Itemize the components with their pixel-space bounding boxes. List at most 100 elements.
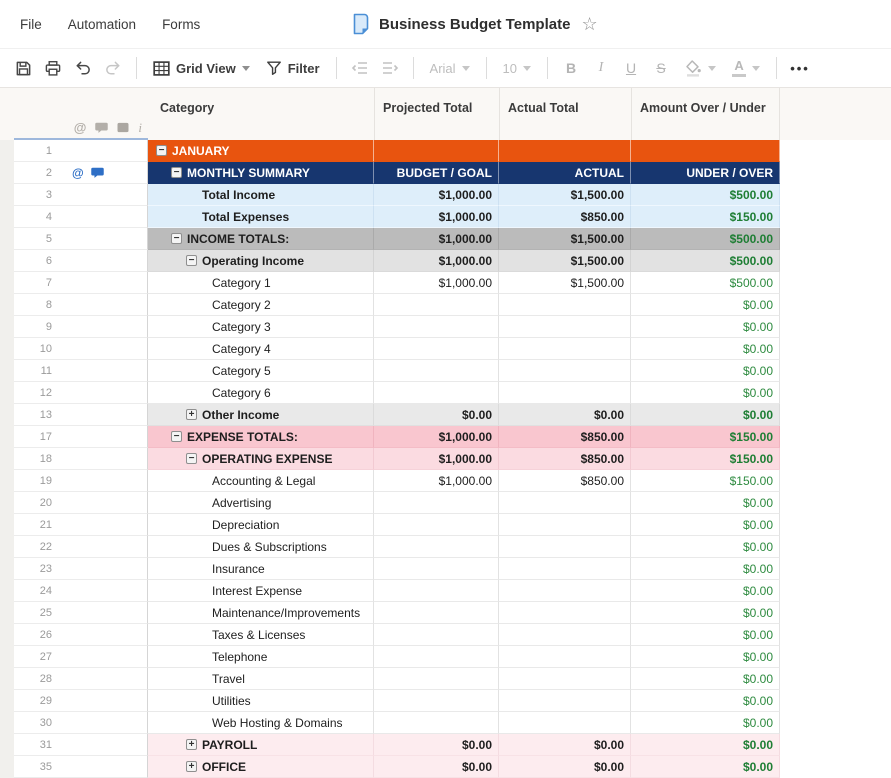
actual-total-cell[interactable]: [499, 294, 631, 316]
row-number[interactable]: 25: [14, 602, 64, 624]
actual-total-cell[interactable]: $850.00: [499, 470, 631, 492]
row-number[interactable]: 6: [14, 250, 64, 272]
actual-total-cell[interactable]: $850.00: [499, 448, 631, 470]
row-number[interactable]: 35: [14, 756, 64, 778]
actual-total-cell[interactable]: [499, 140, 631, 162]
amount-over-under-cell[interactable]: $0.00: [631, 294, 780, 316]
amount-over-under-cell[interactable]: UNDER / OVER: [631, 162, 780, 184]
projected-total-cell[interactable]: [374, 360, 499, 382]
category-cell[interactable]: −OPERATING EXPENSE: [148, 448, 374, 470]
row-number[interactable]: 17: [14, 426, 64, 448]
row-number[interactable]: 27: [14, 646, 64, 668]
actual-total-cell[interactable]: $0.00: [499, 756, 631, 778]
collapse-toggle-icon[interactable]: −: [171, 233, 182, 244]
row-number[interactable]: 10: [14, 338, 64, 360]
actual-total-cell[interactable]: [499, 492, 631, 514]
row-number[interactable]: 4: [14, 206, 64, 228]
outdent-button[interactable]: [345, 53, 375, 83]
row-number[interactable]: 24: [14, 580, 64, 602]
projected-total-cell[interactable]: [374, 514, 499, 536]
amount-over-under-cell[interactable]: $0.00: [631, 492, 780, 514]
amount-over-under-cell[interactable]: $0.00: [631, 536, 780, 558]
amount-over-under-cell[interactable]: $0.00: [631, 316, 780, 338]
projected-total-cell[interactable]: [374, 580, 499, 602]
font-size-select[interactable]: 10: [495, 61, 539, 76]
amount-over-under-cell[interactable]: $150.00: [631, 426, 780, 448]
category-cell[interactable]: Maintenance/Improvements: [148, 602, 374, 624]
actual-total-cell[interactable]: [499, 646, 631, 668]
row-number[interactable]: 26: [14, 624, 64, 646]
menu-forms[interactable]: Forms: [162, 17, 200, 32]
amount-over-under-cell[interactable]: $0.00: [631, 668, 780, 690]
category-cell[interactable]: Category 1: [148, 272, 374, 294]
category-cell[interactable]: Advertising: [148, 492, 374, 514]
actual-total-cell[interactable]: $1,500.00: [499, 272, 631, 294]
amount-over-under-cell[interactable]: $0.00: [631, 712, 780, 734]
actual-total-cell[interactable]: $1,500.00: [499, 184, 631, 206]
text-color-button[interactable]: A: [724, 59, 768, 77]
projected-total-cell[interactable]: [374, 558, 499, 580]
amount-over-under-cell[interactable]: $500.00: [631, 250, 780, 272]
category-cell[interactable]: −JANUARY: [148, 140, 374, 162]
row-number[interactable]: 28: [14, 668, 64, 690]
underline-button[interactable]: U: [616, 60, 646, 76]
bold-button[interactable]: B: [556, 60, 586, 76]
actual-total-cell[interactable]: [499, 558, 631, 580]
column-header-projected-total[interactable]: Projected Total: [374, 88, 499, 140]
row-number[interactable]: 22: [14, 536, 64, 558]
expand-toggle-icon[interactable]: +: [186, 739, 197, 750]
row-number[interactable]: 8: [14, 294, 64, 316]
view-switcher[interactable]: Grid View: [145, 61, 258, 76]
actual-total-cell[interactable]: $850.00: [499, 426, 631, 448]
category-cell[interactable]: Accounting & Legal: [148, 470, 374, 492]
column-header-category[interactable]: Category: [148, 88, 374, 140]
category-cell[interactable]: Category 6: [148, 382, 374, 404]
collapse-toggle-icon[interactable]: −: [156, 145, 167, 156]
comment-icon[interactable]: [95, 122, 108, 134]
column-header-actual-total[interactable]: Actual Total: [499, 88, 631, 140]
amount-over-under-cell[interactable]: $500.00: [631, 272, 780, 294]
expand-toggle-icon[interactable]: +: [186, 409, 197, 420]
category-cell[interactable]: +PAYROLL: [148, 734, 374, 756]
projected-total-cell[interactable]: [374, 646, 499, 668]
actual-total-cell[interactable]: [499, 712, 631, 734]
row-number[interactable]: 23: [14, 558, 64, 580]
amount-over-under-cell[interactable]: $500.00: [631, 228, 780, 250]
category-cell[interactable]: Travel: [148, 668, 374, 690]
attachment-icon[interactable]: @: [74, 121, 87, 134]
comment-icon[interactable]: [91, 167, 104, 179]
category-cell[interactable]: Category 4: [148, 338, 374, 360]
row-number[interactable]: 12: [14, 382, 64, 404]
amount-over-under-cell[interactable]: $0.00: [631, 558, 780, 580]
amount-over-under-cell[interactable]: $0.00: [631, 756, 780, 778]
actual-total-cell[interactable]: [499, 536, 631, 558]
amount-over-under-cell[interactable]: $500.00: [631, 184, 780, 206]
amount-over-under-cell[interactable]: $0.00: [631, 690, 780, 712]
amount-over-under-cell[interactable]: $0.00: [631, 602, 780, 624]
actual-total-cell[interactable]: [499, 668, 631, 690]
row-number[interactable]: 31: [14, 734, 64, 756]
actual-total-cell[interactable]: [499, 360, 631, 382]
row-number[interactable]: 7: [14, 272, 64, 294]
print-button[interactable]: [38, 53, 68, 83]
actual-total-cell[interactable]: [499, 602, 631, 624]
amount-over-under-cell[interactable]: $150.00: [631, 470, 780, 492]
projected-total-cell[interactable]: $1,000.00: [374, 206, 499, 228]
row-number[interactable]: 29: [14, 690, 64, 712]
projected-total-cell[interactable]: [374, 382, 499, 404]
filter-button[interactable]: Filter: [258, 60, 328, 76]
collapse-toggle-icon[interactable]: −: [171, 167, 182, 178]
category-cell[interactable]: Insurance: [148, 558, 374, 580]
collapse-toggle-icon[interactable]: −: [186, 255, 197, 266]
projected-total-cell[interactable]: [374, 338, 499, 360]
row-number[interactable]: 5: [14, 228, 64, 250]
category-cell[interactable]: +Other Income: [148, 404, 374, 426]
actual-total-cell[interactable]: [499, 338, 631, 360]
actual-total-cell[interactable]: $1,500.00: [499, 250, 631, 272]
row-number[interactable]: 11: [14, 360, 64, 382]
projected-total-cell[interactable]: BUDGET / GOAL: [374, 162, 499, 184]
category-cell[interactable]: Interest Expense: [148, 580, 374, 602]
save-button[interactable]: [8, 53, 38, 83]
proof-icon[interactable]: [117, 122, 129, 133]
projected-total-cell[interactable]: $1,000.00: [374, 250, 499, 272]
